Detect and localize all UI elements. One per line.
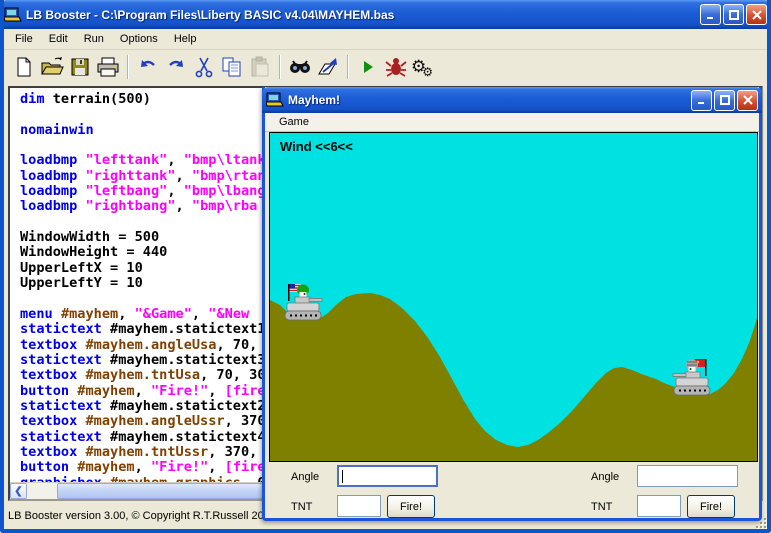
toolbar-separator [279, 55, 281, 79]
menu-options[interactable]: Options [113, 31, 165, 47]
toolbar-separator [347, 55, 349, 79]
replace-button[interactable] [314, 53, 342, 81]
cut-button[interactable] [190, 53, 218, 81]
print-button[interactable] [94, 53, 122, 81]
scroll-left-arrow-icon[interactable]: ❮ [10, 483, 27, 499]
menu-help[interactable]: Help [167, 31, 204, 47]
toolbar-separator [127, 55, 129, 79]
mayhem-minimize-button[interactable] [691, 90, 712, 111]
angle-label-left: Angle [291, 471, 319, 483]
angle-input-left[interactable] [337, 465, 438, 487]
angle-input-right[interactable] [637, 465, 738, 487]
undo-button[interactable] [134, 53, 162, 81]
game-scene [270, 133, 758, 462]
debug-button[interactable] [382, 53, 410, 81]
main-titlebar[interactable]: LB Booster - C:\Program Files\Liberty BA… [0, 0, 771, 29]
main-menubar: File Edit Run Options Help [4, 29, 767, 50]
mayhem-maximize-button[interactable] [714, 90, 735, 111]
desktop: LB Booster - C:\Program Files\Liberty BA… [0, 0, 771, 533]
mayhem-app-icon [266, 92, 284, 108]
compile-button[interactable]: ⚙⚙ [410, 53, 438, 81]
find-button[interactable] [286, 53, 314, 81]
open-file-button[interactable] [38, 53, 66, 81]
mayhem-window-title: Mayhem! [288, 93, 340, 107]
menu-edit[interactable]: Edit [42, 31, 75, 47]
lb-booster-app-icon [4, 7, 22, 23]
mayhem-menubar: Game [265, 113, 759, 132]
mayhem-close-button[interactable] [737, 90, 758, 111]
game-controls: Angle TNT Fire! Angle TNT Fire! [265, 462, 759, 518]
angle-label-right: Angle [591, 471, 619, 483]
main-close-button[interactable] [746, 4, 767, 25]
text-caret [342, 470, 343, 483]
run-button[interactable] [354, 53, 382, 81]
main-window-title: LB Booster - C:\Program Files\Liberty BA… [26, 8, 394, 22]
fire-button-right[interactable]: Fire! [687, 495, 735, 518]
game-graphicbox: Wind <<6<< [269, 132, 758, 462]
menu-run[interactable]: Run [77, 31, 111, 47]
copy-button[interactable] [218, 53, 246, 81]
new-file-button[interactable] [10, 53, 38, 81]
fire-button-left[interactable]: Fire! [387, 495, 435, 518]
main-minimize-button[interactable] [700, 4, 721, 25]
usa-tank [285, 284, 322, 320]
menu-file[interactable]: File [8, 31, 40, 47]
menu-game[interactable]: Game [272, 114, 316, 130]
wind-indicator: Wind <<6<< [280, 139, 353, 154]
tnt-input-right[interactable] [637, 495, 681, 517]
mayhem-titlebar[interactable]: Mayhem! [262, 87, 762, 113]
redo-button[interactable] [162, 53, 190, 81]
ussr-tank [673, 359, 710, 395]
main-maximize-button[interactable] [723, 4, 744, 25]
status-text: LB Booster version 3.00, © Copyright R.T… [8, 510, 264, 522]
paste-button[interactable] [246, 53, 274, 81]
tnt-label-right: TNT [591, 501, 612, 513]
gears-icon: ⚙⚙ [411, 59, 437, 76]
tnt-label-left: TNT [291, 501, 312, 513]
mayhem-window[interactable]: Mayhem! Game [262, 87, 762, 521]
save-button[interactable] [66, 53, 94, 81]
tnt-input-left[interactable] [337, 495, 381, 517]
main-toolbar: ⚙⚙ [4, 50, 767, 84]
